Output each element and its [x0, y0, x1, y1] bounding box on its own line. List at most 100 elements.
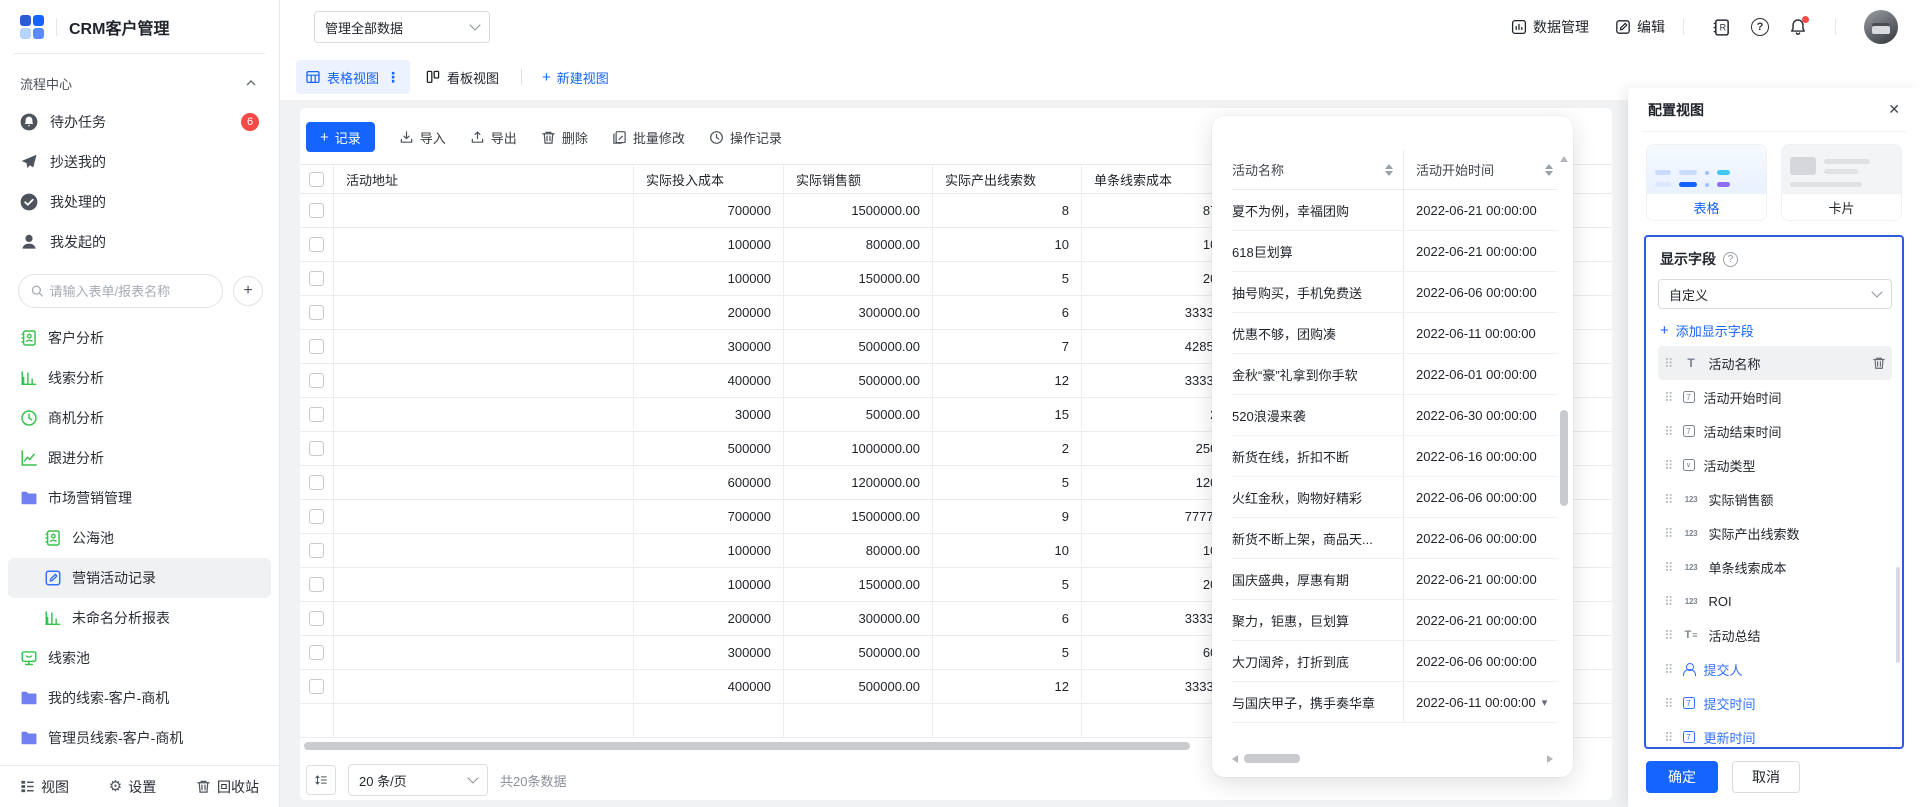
row-height-button[interactable] [306, 765, 336, 795]
sidebar-item-marketing-management[interactable]: 市场营销管理 [8, 478, 271, 518]
row-checkbox[interactable] [309, 339, 324, 354]
tab-table-view[interactable]: 表格视图 ⋮ [296, 60, 410, 94]
popup-row[interactable]: 夏不为例，幸福团购 2022-06-21 00:00:00 [1232, 190, 1557, 231]
contacts-button[interactable]: R [1712, 18, 1731, 37]
row-checkbox[interactable] [309, 305, 324, 320]
row-checkbox[interactable] [309, 237, 324, 252]
row-checkbox[interactable] [309, 441, 324, 456]
row-checkbox[interactable] [309, 577, 324, 592]
drag-handle-icon[interactable]: ⠿ [1664, 697, 1674, 710]
select-all-checkbox[interactable] [309, 172, 324, 187]
popup-row[interactable]: 新货在线，折扣不断 2022-06-16 00:00:00 [1232, 436, 1557, 477]
sidebar-item-lead-pool[interactable]: 线索池 [8, 638, 271, 678]
help-icon[interactable]: ? [1723, 252, 1738, 267]
delete-button[interactable]: 删除 [541, 128, 588, 147]
field-item[interactable]: ⠿ 活动开始时间 [1658, 380, 1892, 414]
field-item[interactable]: ⠿ 活动类型 [1658, 448, 1892, 482]
process-center-header[interactable]: 流程中心 [0, 64, 279, 102]
popup-column-start-time[interactable]: 活动开始时间 [1404, 150, 1557, 189]
field-item[interactable]: ⠿ 提交时间 [1658, 686, 1892, 720]
sidebar-item-opportunity-analysis[interactable]: 商机分析 [8, 398, 271, 438]
user-avatar[interactable] [1864, 10, 1898, 44]
notifications-button[interactable] [1789, 18, 1807, 36]
view-type-table-card[interactable]: 表格 [1646, 144, 1767, 221]
remove-field-icon[interactable] [1872, 356, 1886, 370]
fields-mode-dropdown[interactable]: 自定义 [1658, 279, 1892, 309]
scrollbar-thumb[interactable] [304, 742, 1190, 750]
column-header-leads[interactable]: 实际产出线索数 [933, 165, 1082, 193]
row-checkbox[interactable] [309, 373, 324, 388]
popup-row[interactable]: 国庆盛典，厚惠有期 2022-06-21 00:00:00 [1232, 559, 1557, 600]
popup-row[interactable]: 与国庆甲子，携手奏华章 2022-06-11 00:00:00 [1232, 682, 1557, 723]
sidebar-item-admin-leads-customers-opportunities[interactable]: 管理员线索-客户-商机 [8, 718, 271, 758]
popup-horizontal-scrollbar[interactable] [1228, 753, 1557, 765]
add-display-field-button[interactable]: + 添加显示字段 [1658, 321, 1892, 340]
field-item[interactable]: ⠿ 实际销售额 [1658, 482, 1892, 516]
scroll-left-arrow[interactable] [1228, 755, 1238, 763]
tab-more-icon[interactable]: ⋮ [386, 69, 400, 86]
scroll-right-arrow[interactable] [1547, 755, 1557, 763]
batch-edit-button[interactable]: 批量修改 [612, 128, 685, 147]
add-form-button[interactable]: + [233, 276, 263, 306]
search-input[interactable] [50, 284, 210, 299]
scrollbar-thumb[interactable] [1560, 410, 1568, 506]
row-checkbox[interactable] [309, 645, 324, 660]
popup-vertical-scrollbar[interactable] [1560, 152, 1568, 713]
drag-handle-icon[interactable]: ⠿ [1664, 391, 1674, 404]
sidebar-item-todo-tasks[interactable]: 待办任务 6 [0, 102, 279, 142]
operation-log-button[interactable]: 操作记录 [709, 128, 782, 147]
sidebar-item-followup-analysis[interactable]: 跟进分析 [8, 438, 271, 478]
row-checkbox[interactable] [309, 475, 324, 490]
popup-row[interactable]: 聚力，钜惠，巨划算 2022-06-21 00:00:00 [1232, 600, 1557, 641]
sidebar-item-customer-analysis[interactable]: 客户分析 [8, 318, 271, 358]
import-button[interactable]: 导入 [399, 128, 446, 147]
row-checkbox[interactable] [309, 679, 324, 694]
drag-handle-icon[interactable]: ⠿ [1664, 731, 1674, 744]
field-item[interactable]: ⠿ 更新时间 [1658, 720, 1892, 749]
popup-row[interactable]: 大刀阔斧，打折到底 2022-06-06 00:00:00 [1232, 641, 1557, 682]
page-size-dropdown[interactable]: 20 条/页 [348, 764, 488, 796]
popup-row[interactable]: 520浪漫来袭 2022-06-30 00:00:00 [1232, 395, 1557, 436]
popup-row[interactable]: 优惠不够，团购凑 2022-06-11 00:00:00 [1232, 313, 1557, 354]
data-manage-button[interactable]: 数据管理 [1511, 17, 1589, 37]
drag-handle-icon[interactable]: ⠿ [1664, 595, 1674, 608]
views-button[interactable]: 视图 [20, 777, 69, 797]
field-item[interactable]: ⠿ 活动总结 [1658, 618, 1892, 652]
drag-handle-icon[interactable]: ⠿ [1664, 493, 1674, 506]
view-type-card-card[interactable]: 卡片 [1781, 144, 1902, 221]
add-record-button[interactable]: + 记录 [306, 122, 375, 152]
data-scope-dropdown[interactable]: 管理全部数据 [314, 11, 490, 43]
sidebar-item-marketing-activity-records[interactable]: 营销活动记录 [8, 558, 271, 598]
sidebar-item-processed-by-me[interactable]: 我处理的 [0, 182, 279, 222]
popup-row[interactable]: 金秋“豪”礼拿到你手软 2022-06-01 00:00:00 [1232, 354, 1557, 395]
row-checkbox[interactable] [309, 203, 324, 218]
drag-handle-icon[interactable]: ⠿ [1664, 663, 1674, 676]
scroll-up-arrow[interactable] [1560, 152, 1568, 162]
field-item[interactable]: ⠿ 实际产出线索数 [1658, 516, 1892, 550]
field-item[interactable]: ⠿ 提交人 [1658, 652, 1892, 686]
form-search-box[interactable] [18, 274, 223, 308]
row-checkbox[interactable] [309, 543, 324, 558]
drag-handle-icon[interactable]: ⠿ [1664, 425, 1674, 438]
row-checkbox[interactable] [309, 611, 324, 626]
edit-button[interactable]: 编辑 [1615, 17, 1665, 37]
sidebar-item-unnamed-analysis-report[interactable]: 未命名分析报表 [8, 598, 271, 638]
recycle-bin-button[interactable]: 回收站 [196, 777, 259, 797]
column-header-address[interactable]: 活动地址 [334, 165, 634, 193]
confirm-button[interactable]: 确定 [1646, 761, 1718, 793]
scrollbar-thumb[interactable] [1244, 754, 1300, 763]
popup-row[interactable]: 新货不断上架，商品天... 2022-06-06 00:00:00 [1232, 518, 1557, 559]
new-view-button[interactable]: + 新建视图 [528, 68, 623, 87]
field-item[interactable]: ⠿ 活动名称 [1658, 346, 1892, 380]
export-button[interactable]: 导出 [470, 128, 517, 147]
cancel-button[interactable]: 取消 [1732, 761, 1800, 793]
popup-row[interactable]: 618巨划算 2022-06-21 00:00:00 [1232, 231, 1557, 272]
field-item[interactable]: ⠿ 活动结束时间 [1658, 414, 1892, 448]
popup-row[interactable]: 抽号购买，手机免费送 2022-06-06 00:00:00 [1232, 272, 1557, 313]
field-item[interactable]: ⠿ 单条线索成本 [1658, 550, 1892, 584]
sidebar-item-lead-analysis[interactable]: 线索分析 [8, 358, 271, 398]
sidebar-item-cc-to-me[interactable]: 抄送我的 [0, 142, 279, 182]
sort-icon[interactable] [1545, 164, 1553, 176]
close-icon[interactable]: ✕ [1888, 101, 1900, 118]
tab-board-view[interactable]: 看板视图 [410, 68, 515, 87]
